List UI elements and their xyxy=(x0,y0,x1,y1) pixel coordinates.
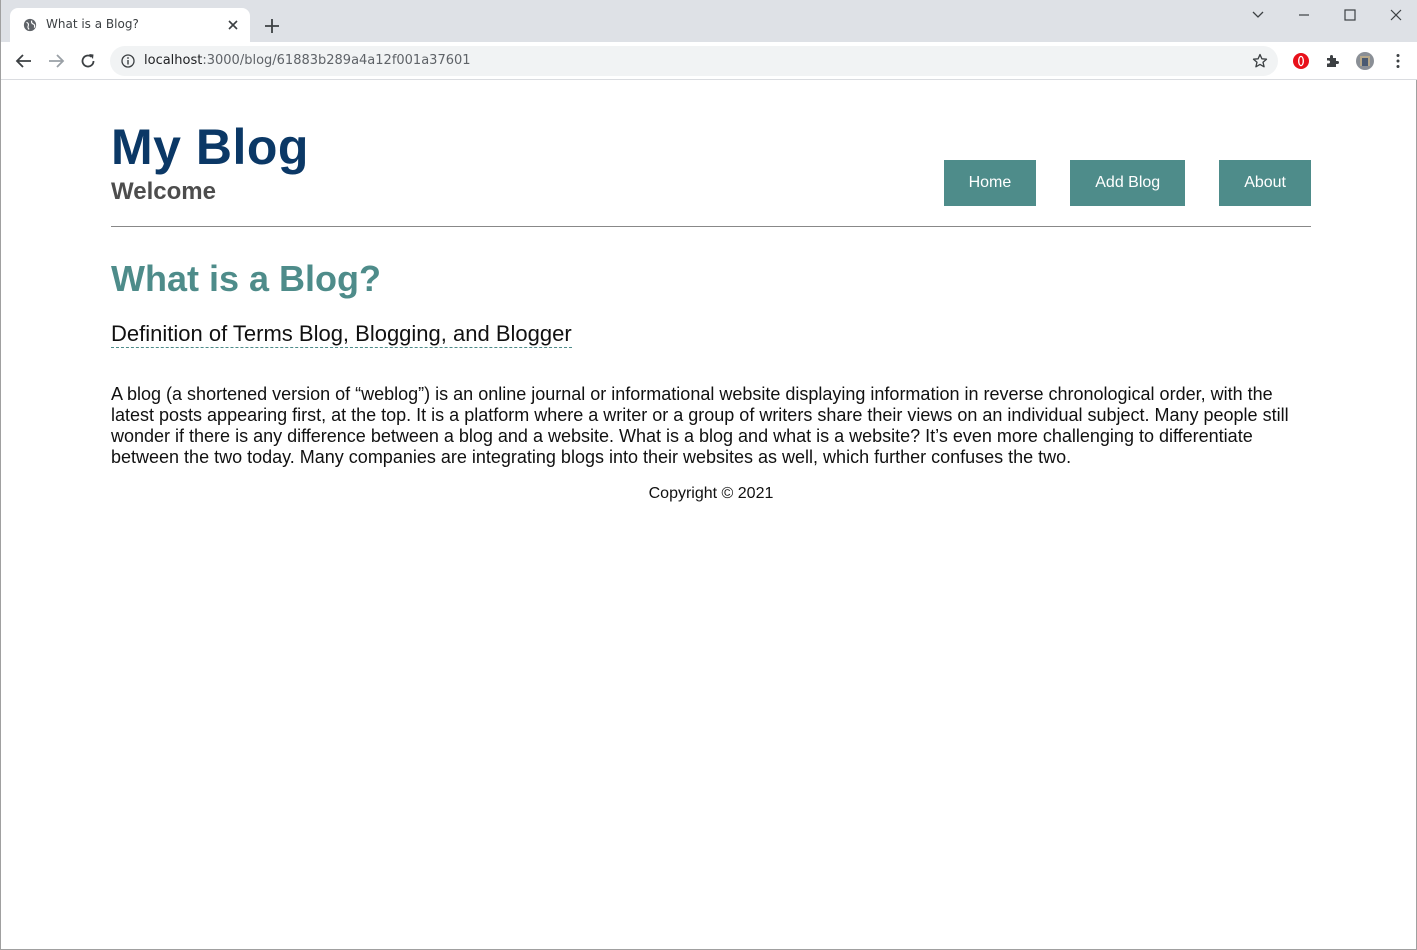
url-text[interactable]: localhost:3000/blog/61883b289a4a12f001a3… xyxy=(144,53,471,68)
nav-home-button[interactable]: Home xyxy=(943,160,1037,206)
tab-strip: What is a Blog? xyxy=(1,0,1417,42)
more-menu-icon[interactable] xyxy=(1389,52,1407,70)
globe-icon xyxy=(23,18,37,32)
nav-add-blog-button[interactable]: Add Blog xyxy=(1070,160,1186,206)
main-nav: Home Add Blog About xyxy=(943,160,1311,206)
bookmark-star-icon[interactable] xyxy=(1252,53,1268,69)
tab-search-icon[interactable] xyxy=(1251,8,1265,22)
article-title: What is a Blog? xyxy=(111,258,381,299)
tab-title: What is a Blog? xyxy=(46,17,139,31)
site-subtitle: Welcome xyxy=(111,178,216,205)
window-close-icon[interactable] xyxy=(1389,8,1403,22)
url-path: :3000/blog/61883b289a4a12f001a37601 xyxy=(202,53,471,68)
back-icon[interactable] xyxy=(15,52,33,70)
browser-tab[interactable]: What is a Blog? xyxy=(10,8,250,42)
page-content: My Blog Welcome Home Add Blog About What… xyxy=(111,80,1311,503)
new-tab-icon[interactable] xyxy=(263,17,281,35)
copyright-footer: Copyright © 2021 xyxy=(648,485,774,502)
url-host: localhost xyxy=(144,53,203,68)
opera-extension-icon[interactable] xyxy=(1292,52,1310,70)
browser-toolbar: localhost:3000/blog/61883b289a4a12f001a3… xyxy=(1,42,1417,80)
article-snippet: Definition of Terms Blog, Blogging, and … xyxy=(111,321,572,348)
maximize-icon[interactable] xyxy=(1343,8,1357,22)
address-bar[interactable]: localhost:3000/blog/61883b289a4a12f001a3… xyxy=(110,46,1278,76)
article-body: A blog (a shortened version of “weblog”)… xyxy=(111,384,1289,467)
browser-window: What is a Blog? localhost:3000/blog/6188… xyxy=(0,0,1417,950)
nav-about-button[interactable]: About xyxy=(1219,160,1311,206)
reload-icon[interactable] xyxy=(79,52,97,70)
site-header: My Blog Welcome Home Add Blog About xyxy=(111,80,1311,227)
forward-icon[interactable] xyxy=(47,52,65,70)
extensions-puzzle-icon[interactable] xyxy=(1324,52,1342,70)
site-title: My Blog xyxy=(111,119,309,175)
close-icon[interactable] xyxy=(226,18,240,32)
info-icon[interactable] xyxy=(121,54,135,68)
minimize-icon[interactable] xyxy=(1297,8,1311,22)
profile-avatar-icon[interactable] xyxy=(1356,52,1374,70)
